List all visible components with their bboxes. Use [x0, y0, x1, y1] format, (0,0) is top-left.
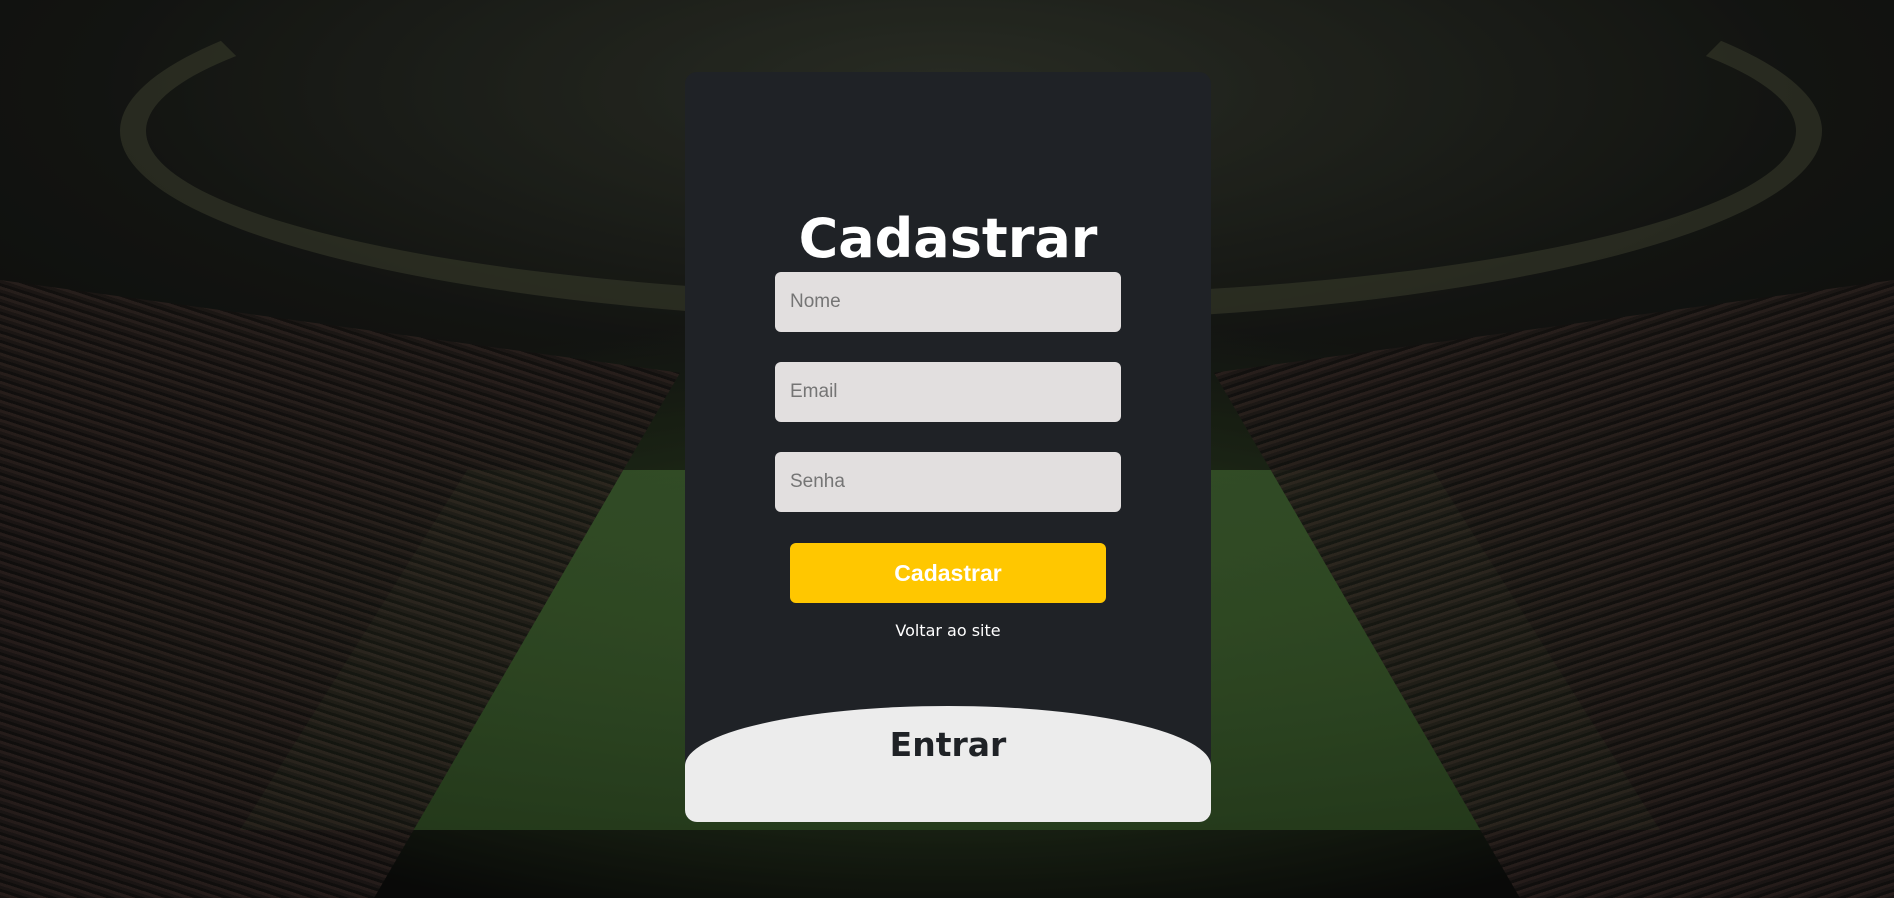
name-field[interactable]	[775, 272, 1121, 332]
login-panel[interactable]: Entrar	[685, 706, 1211, 822]
password-field[interactable]	[775, 452, 1121, 512]
signup-submit-button[interactable]: Cadastrar	[790, 543, 1106, 603]
email-field[interactable]	[775, 362, 1121, 422]
login-switch-label[interactable]: Entrar	[685, 725, 1211, 764]
signup-title: Cadastrar	[798, 207, 1098, 270]
signup-card: Cadastrar Cadastrar Voltar ao site Entra…	[685, 72, 1211, 822]
back-to-site-link[interactable]: Voltar ao site	[685, 621, 1211, 640]
